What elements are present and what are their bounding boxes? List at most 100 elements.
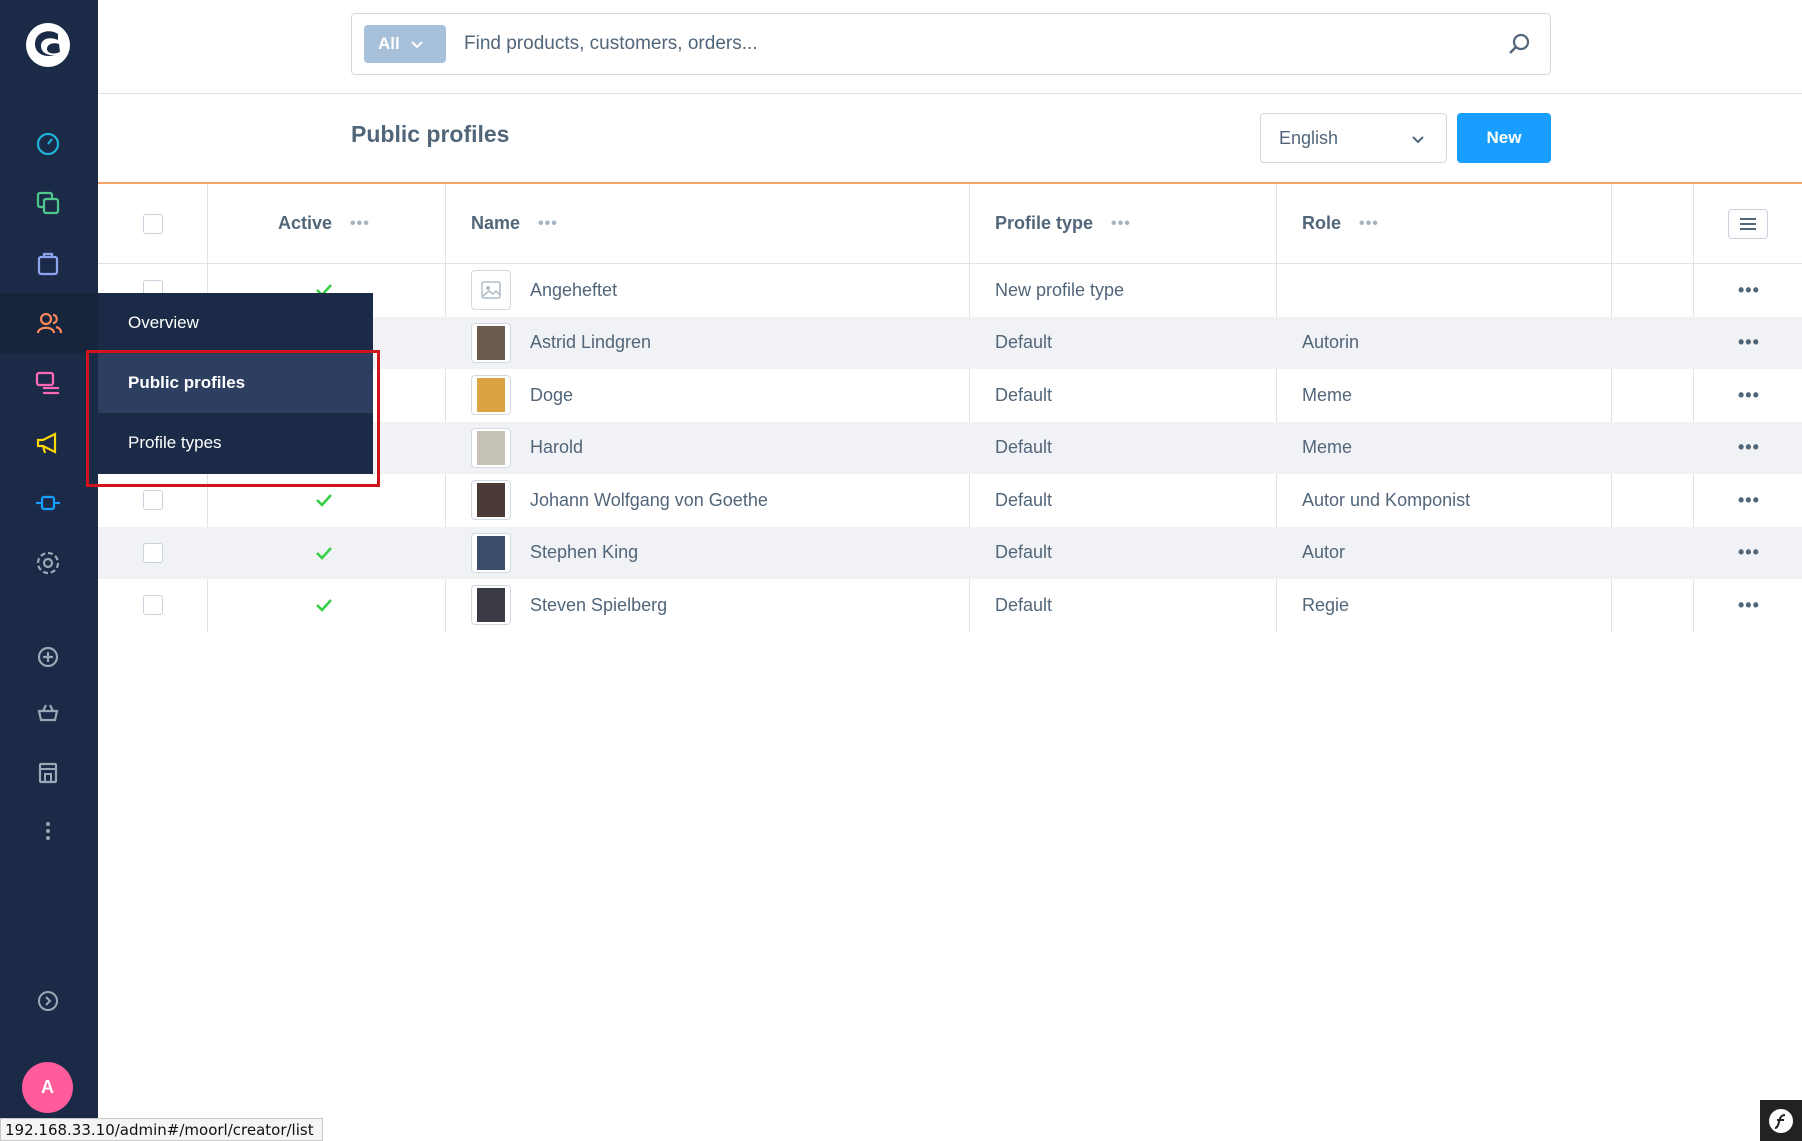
role-value: Meme (1302, 384, 1353, 405)
profile-name-link[interactable]: Astrid Lindgren (530, 332, 651, 353)
search-icon[interactable] (1506, 31, 1532, 57)
column-header-profile-type[interactable]: Profile type ••• (995, 184, 1131, 263)
add-icon[interactable] (31, 640, 65, 674)
row-checkbox[interactable] (143, 595, 163, 616)
orders-icon[interactable] (31, 246, 65, 280)
more-vertical-icon[interactable] (31, 814, 65, 848)
row-actions-cell: ••• (1738, 369, 1760, 422)
row-context-menu-icon[interactable]: ••• (1738, 280, 1760, 301)
chevron-down-icon (411, 41, 423, 49)
search-type-label: All (378, 34, 400, 53)
column-header-name-label: Name (471, 213, 521, 233)
main-sidebar: A (0, 0, 98, 1141)
language-select-value: English (1279, 127, 1339, 148)
row-checkbox[interactable] (143, 490, 163, 511)
row-context-menu-icon[interactable]: ••• (1738, 490, 1760, 511)
column-options-icon[interactable]: ••• (350, 215, 370, 233)
row-context-menu-icon[interactable]: ••• (1738, 332, 1760, 353)
row-name-cell: Harold (471, 422, 583, 475)
profile-type-value: Default (995, 542, 1053, 563)
user-avatar[interactable]: A (22, 1062, 73, 1113)
catalogue-icon[interactable] (31, 186, 65, 220)
profile-type-value: Default (995, 594, 1053, 615)
row-active-cell (314, 579, 334, 632)
shopware-logo-icon[interactable] (25, 22, 71, 68)
column-header-role[interactable]: Role ••• (1302, 184, 1379, 263)
row-name-cell: Doge (471, 369, 573, 422)
row-actions-cell: ••• (1738, 422, 1760, 475)
select-all-cell (143, 184, 163, 263)
flyout-item-overview[interactable]: Overview (98, 293, 373, 353)
basket-icon[interactable] (31, 696, 65, 730)
column-header-profile-type-label: Profile type (995, 213, 1094, 233)
column-header-role-label: Role (1302, 213, 1342, 233)
profile-type-value: Default (995, 437, 1053, 458)
column-settings-button[interactable] (1728, 208, 1768, 239)
profile-name-link[interactable]: Angeheftet (530, 280, 617, 301)
customers-icon[interactable] (0, 293, 98, 353)
profile-type-value: Default (995, 332, 1053, 353)
role-value: Autor und Komponist (1302, 489, 1471, 510)
table-row[interactable]: Stephen King Default Autor ••• (98, 526, 1802, 580)
row-profile-type-cell: Default (995, 474, 1052, 527)
row-context-menu-icon[interactable]: ••• (1738, 595, 1760, 616)
column-settings-cell (1728, 184, 1768, 263)
new-button[interactable]: New (1457, 113, 1551, 163)
collapse-sidebar-icon[interactable] (31, 984, 65, 1018)
profile-name-link[interactable]: Stephen King (530, 542, 638, 563)
storefront-icon[interactable] (31, 755, 65, 789)
active-check-icon (316, 546, 332, 560)
row-role-cell: Regie (1302, 579, 1349, 632)
column-options-icon[interactable]: ••• (1359, 215, 1379, 233)
row-actions-cell: ••• (1738, 474, 1760, 527)
row-context-menu-icon[interactable]: ••• (1738, 385, 1760, 406)
row-name-cell: Astrid Lindgren (471, 317, 651, 370)
extensions-icon[interactable] (31, 486, 65, 520)
row-name-cell: Johann Wolfgang von Goethe (471, 474, 768, 527)
row-profile-type-cell: Default (995, 527, 1052, 580)
profile-type-value: Default (995, 489, 1053, 510)
table-row[interactable]: Steven Spielberg Default Regie ••• (98, 579, 1802, 632)
row-context-menu-icon[interactable]: ••• (1738, 542, 1760, 563)
profile-name-link[interactable]: Harold (530, 437, 583, 458)
row-name-cell: Steven Spielberg (471, 579, 667, 632)
profile-thumbnail (471, 270, 511, 311)
search-input[interactable] (464, 24, 1464, 64)
row-select-cell (143, 579, 163, 632)
settings-icon[interactable] (31, 546, 65, 580)
row-checkbox[interactable] (143, 542, 163, 563)
row-profile-type-cell: Default (995, 317, 1052, 370)
row-active-cell (314, 527, 334, 580)
content-icon[interactable] (31, 366, 65, 400)
symfony-toolbar-icon[interactable] (1760, 1100, 1802, 1141)
profile-type-value: Default (995, 384, 1053, 405)
column-options-icon[interactable]: ••• (1111, 215, 1131, 233)
annotation-highlight-box (86, 350, 380, 487)
column-header-active[interactable]: Active ••• (278, 184, 370, 263)
browser-status-url: 192.168.33.10/admin#/moorl/creator/list (0, 1118, 323, 1141)
page-title: Public profiles (351, 121, 510, 147)
profile-name-link[interactable]: Doge (530, 385, 573, 406)
profile-thumbnail (471, 585, 511, 626)
row-role-cell: Autorin (1302, 317, 1359, 370)
profile-name-link[interactable]: Steven Spielberg (530, 595, 667, 616)
row-role-cell: Autor (1302, 527, 1345, 580)
profile-thumbnail (471, 427, 511, 468)
profile-thumbnail (471, 322, 511, 363)
profile-name-link[interactable]: Johann Wolfgang von Goethe (530, 490, 768, 511)
row-actions-cell: ••• (1738, 317, 1760, 370)
row-actions-cell: ••• (1738, 527, 1760, 580)
language-select[interactable]: English (1260, 113, 1447, 163)
role-value: Autorin (1302, 332, 1360, 353)
row-role-cell: Meme (1302, 369, 1352, 422)
column-header-name[interactable]: Name ••• (471, 184, 558, 263)
marketing-icon[interactable] (31, 426, 65, 460)
select-all-checkbox[interactable] (143, 213, 163, 234)
role-value: Meme (1302, 437, 1353, 458)
column-options-icon[interactable]: ••• (538, 215, 558, 233)
row-profile-type-cell: Default (995, 422, 1052, 475)
row-context-menu-icon[interactable]: ••• (1738, 437, 1760, 458)
role-value: Regie (1302, 594, 1350, 615)
search-type-select[interactable]: All (364, 25, 446, 63)
dashboard-icon[interactable] (31, 126, 65, 160)
